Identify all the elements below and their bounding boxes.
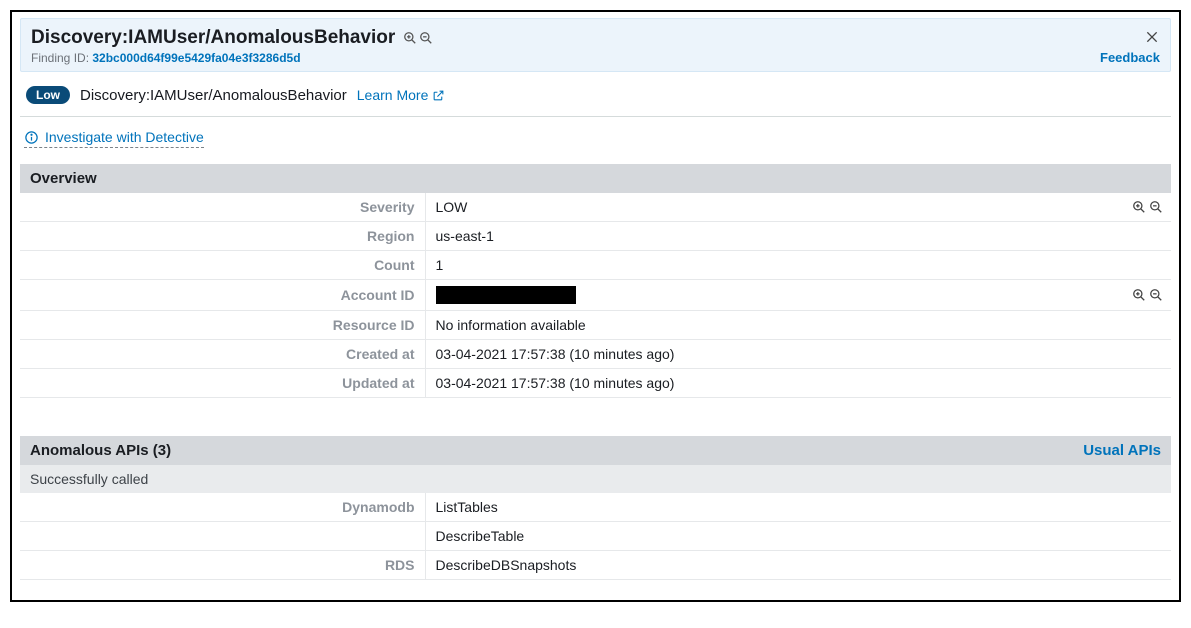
zoom-in-icon[interactable] [1132, 288, 1146, 302]
header-zoom-icons[interactable] [403, 31, 433, 45]
anomalous-table: Dynamodb ListTables DescribeTable RDS De… [20, 493, 1171, 580]
zoom-out-icon[interactable] [419, 31, 433, 45]
finding-title: Discovery:IAMUser/AnomalousBehavior [31, 27, 395, 49]
row-value: 03-04-2021 17:57:38 (10 minutes ago) [425, 340, 1171, 369]
table-row: Resource ID No information available [20, 311, 1171, 340]
close-button[interactable] [1144, 29, 1160, 48]
table-row: Account ID [20, 280, 1171, 311]
table-row: Severity LOW [20, 193, 1171, 222]
table-row: Created at 03-04-2021 17:57:38 (10 minut… [20, 340, 1171, 369]
zoom-out-icon[interactable] [1149, 200, 1163, 214]
finding-header: Discovery:IAMUser/AnomalousBehavior Find… [20, 18, 1171, 72]
row-value: 03-04-2021 17:57:38 (10 minutes ago) [425, 369, 1171, 398]
table-row: RDS DescribeDBSnapshots [20, 551, 1171, 580]
investigate-label: Investigate with Detective [45, 129, 204, 145]
overview-section: Overview Severity LOW Region us-east-1 C… [20, 164, 1171, 398]
row-label: Region [20, 222, 425, 251]
row-value: ListTables [425, 493, 1171, 522]
table-row: Updated at 03-04-2021 17:57:38 (10 minut… [20, 369, 1171, 398]
row-value: DescribeDBSnapshots [425, 551, 1171, 580]
zoom-in-icon[interactable] [1132, 200, 1146, 214]
row-zoom-icons[interactable] [1132, 288, 1163, 302]
usual-apis-link[interactable]: Usual APIs [1083, 442, 1161, 459]
redacted-account-id [436, 286, 576, 304]
row-zoom-icons[interactable] [1132, 200, 1163, 214]
row-label: Updated at [20, 369, 425, 398]
row-value: LOW [425, 193, 1171, 222]
anomalous-header: Anomalous APIs (3) Usual APIs [20, 436, 1171, 465]
row-value: DescribeTable [425, 522, 1171, 551]
row-label [20, 522, 425, 551]
investigate-link[interactable]: Investigate with Detective [24, 129, 204, 148]
row-value [425, 280, 1171, 311]
row-label: Severity [20, 193, 425, 222]
row-value: 1 [425, 251, 1171, 280]
row-value: us-east-1 [425, 222, 1171, 251]
feedback-link[interactable]: Feedback [1100, 50, 1160, 65]
overview-header: Overview [20, 164, 1171, 193]
overview-table: Severity LOW Region us-east-1 Count 1 Ac… [20, 193, 1171, 398]
row-label: Dynamodb [20, 493, 425, 522]
zoom-out-icon[interactable] [1149, 288, 1163, 302]
finding-id-label: Finding ID: [31, 51, 89, 65]
anomalous-section: Anomalous APIs (3) Usual APIs Successful… [20, 436, 1171, 580]
table-row: DescribeTable [20, 522, 1171, 551]
row-label: RDS [20, 551, 425, 580]
close-icon [1144, 29, 1160, 45]
anomalous-title: Anomalous APIs (3) [30, 442, 171, 459]
finding-type-row: Low Discovery:IAMUser/AnomalousBehavior … [20, 72, 1171, 117]
finding-id-link[interactable]: 32bc000d64f99e5429fa04e3f3286d5d [92, 51, 300, 65]
finding-type-text: Discovery:IAMUser/AnomalousBehavior [80, 87, 347, 104]
row-label: Created at [20, 340, 425, 369]
table-row: Count 1 [20, 251, 1171, 280]
table-row: Region us-east-1 [20, 222, 1171, 251]
table-row: Dynamodb ListTables [20, 493, 1171, 522]
overview-title: Overview [30, 170, 97, 187]
external-link-icon [432, 89, 445, 102]
learn-more-link[interactable]: Learn More [357, 87, 446, 103]
severity-pill: Low [26, 86, 70, 104]
info-icon [24, 130, 39, 145]
learn-more-label: Learn More [357, 87, 429, 103]
row-label: Count [20, 251, 425, 280]
row-value: No information available [425, 311, 1171, 340]
row-label: Resource ID [20, 311, 425, 340]
anomalous-subheader: Successfully called [20, 465, 1171, 493]
finding-id-row: Finding ID: 32bc000d64f99e5429fa04e3f328… [31, 51, 1160, 65]
zoom-in-icon[interactable] [403, 31, 417, 45]
row-label: Account ID [20, 280, 425, 311]
